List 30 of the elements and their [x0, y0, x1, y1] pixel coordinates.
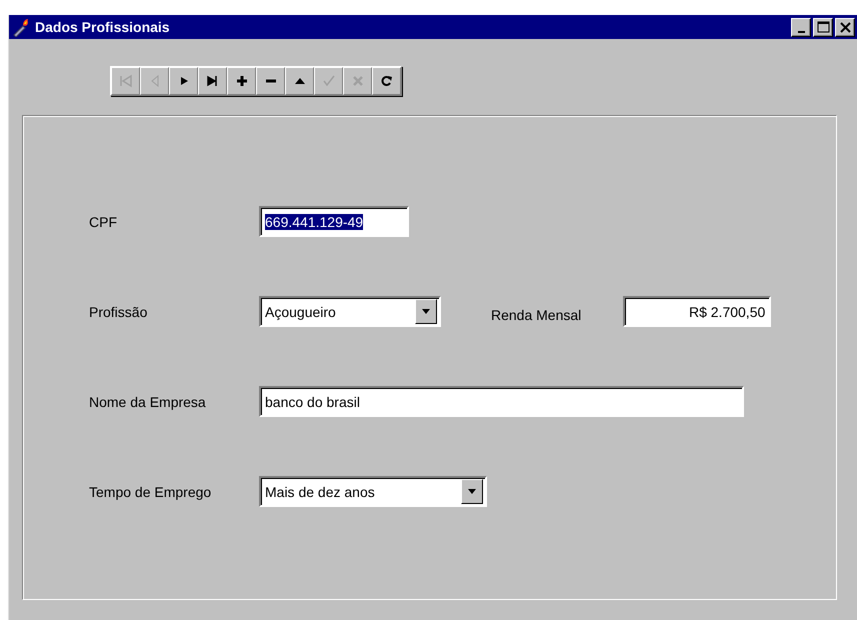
cross-icon [350, 74, 364, 88]
first-record-icon [118, 74, 132, 88]
refresh-icon [380, 74, 394, 88]
close-icon [838, 20, 852, 34]
toolbar-button[interactable] [227, 67, 256, 95]
toolbar-button[interactable] [169, 67, 198, 95]
window-title: Dados Profissionais [35, 19, 171, 35]
last-record-icon [206, 74, 220, 88]
maximize-icon [816, 20, 830, 34]
torch-icon [11, 17, 31, 37]
dropdown-field[interactable]: Açougueiro [259, 296, 441, 327]
text-field[interactable]: R$ 2.700,50 [623, 296, 772, 327]
field-label: Nome da Empresa [89, 394, 207, 410]
minimize-button[interactable] [791, 18, 811, 36]
text-field[interactable]: 669.441.129-49 [259, 206, 409, 237]
field-label: Renda Mensal [491, 306, 582, 322]
plus-icon [234, 74, 248, 88]
field-label: Profissão [89, 304, 148, 320]
minimize-icon [798, 31, 804, 33]
check-icon [322, 74, 336, 88]
maximize-button[interactable] [813, 18, 833, 36]
toolbar-button[interactable] [198, 67, 227, 95]
toolbar-button[interactable] [256, 67, 285, 95]
dropdown-field[interactable]: Mais de dez anos [259, 476, 487, 507]
toolbar-button[interactable] [372, 67, 401, 95]
close-button[interactable] [835, 18, 855, 36]
field-label: CPF [89, 214, 118, 230]
field-label: Tempo de Emprego [89, 484, 212, 500]
text-field[interactable]: banco do brasil [259, 386, 744, 417]
toolbar-button[interactable] [285, 67, 314, 95]
